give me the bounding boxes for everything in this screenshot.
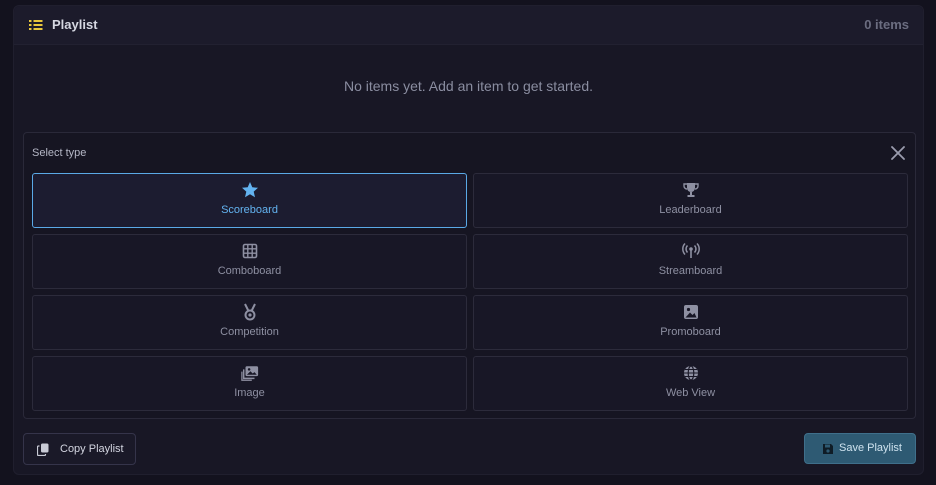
image-icon: [683, 305, 698, 319]
playlist-title: Playlist: [52, 17, 98, 32]
type-option-image[interactable]: Image: [32, 356, 467, 411]
save-icon: [823, 444, 833, 454]
type-option-competition[interactable]: Competition: [32, 295, 467, 350]
copy-playlist-button[interactable]: Copy Playlist: [23, 433, 136, 465]
type-option-label: Leaderboard: [659, 204, 722, 216]
type-option-label: Scoreboard: [221, 204, 278, 216]
type-option-comboboard[interactable]: Comboboard: [32, 234, 467, 289]
type-option-label: Web View: [665, 387, 716, 399]
playlist-header: Playlist 0 items: [14, 6, 923, 45]
broadcast-icon: [681, 242, 700, 258]
type-selector: Select type Scoreboard Leaderboard Combo…: [23, 132, 916, 419]
close-icon[interactable]: [891, 146, 905, 160]
images-icon: [240, 366, 258, 381]
globe-icon: [683, 365, 698, 381]
type-option-streamboard[interactable]: Streamboard: [473, 234, 908, 289]
medal-icon: [243, 303, 256, 321]
type-option-promoboard[interactable]: Promoboard: [473, 295, 908, 350]
type-option-web-view[interactable]: Web View: [473, 356, 908, 411]
copy-playlist-label: Copy Playlist: [60, 443, 124, 455]
type-option-scoreboard[interactable]: Scoreboard: [32, 173, 467, 228]
type-option-label: Comboboard: [217, 265, 282, 277]
type-grid: Scoreboard Leaderboard Comboboard Stream…: [32, 173, 908, 411]
select-type-label: Select type: [32, 147, 87, 159]
type-option-label: Competition: [220, 326, 279, 338]
type-option-label: Streamboard: [658, 265, 723, 277]
type-option-label: Image: [234, 387, 265, 399]
star-icon: [241, 182, 258, 198]
save-playlist-label: Save Playlist: [839, 442, 902, 454]
grid-icon: [242, 243, 257, 259]
list-icon: [29, 20, 43, 30]
type-option-label: Promoboard: [660, 326, 721, 338]
trophy-icon: [682, 183, 699, 197]
copy-icon: [37, 443, 49, 456]
save-playlist-button[interactable]: Save Playlist: [804, 433, 916, 464]
item-count: 0 items: [864, 17, 909, 32]
playlist-panel: Playlist 0 items No items yet. Add an it…: [13, 5, 924, 475]
empty-state-message: No items yet. Add an item to get started…: [343, 78, 593, 94]
type-option-leaderboard[interactable]: Leaderboard: [473, 173, 908, 228]
